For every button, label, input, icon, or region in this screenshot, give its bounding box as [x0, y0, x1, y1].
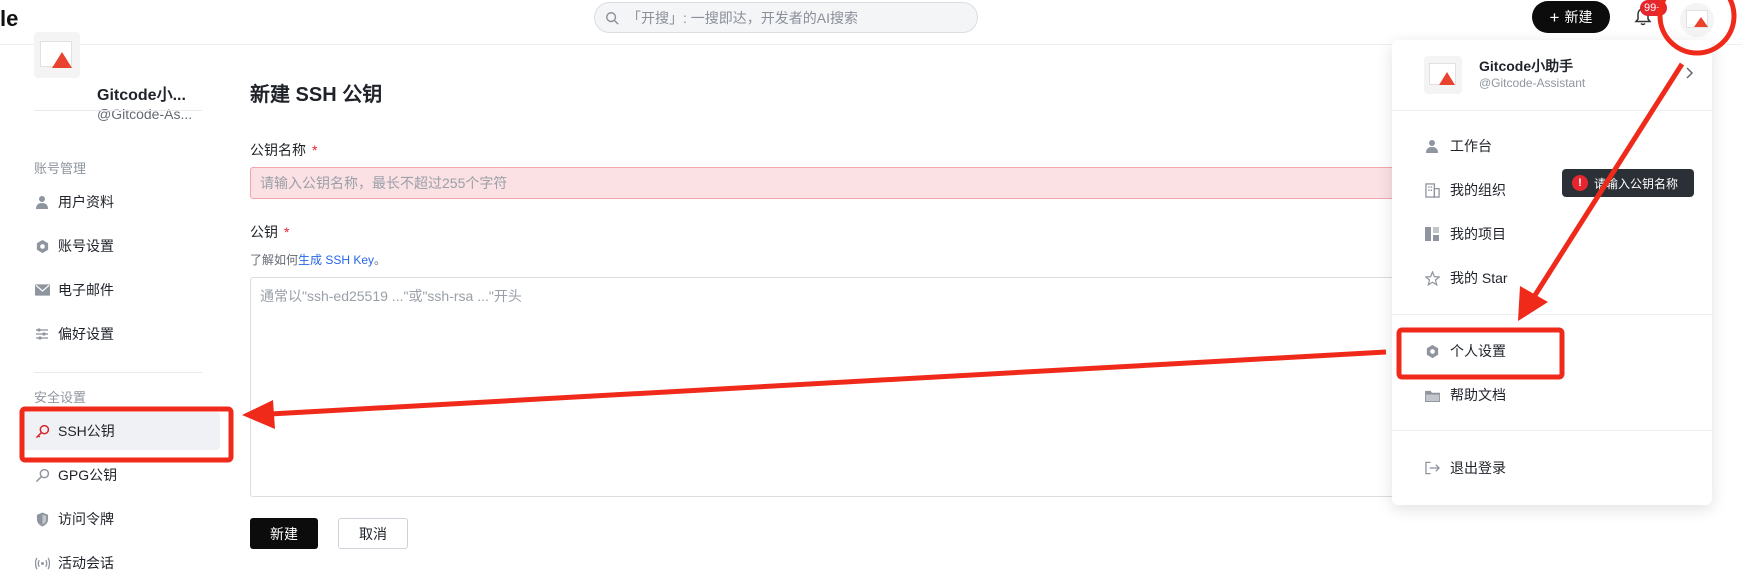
search-box[interactable]: [594, 2, 978, 33]
sidebar-item-label: 活动会话: [58, 555, 114, 571]
menu-item-label: 我的项目: [1450, 226, 1506, 242]
help-prefix: 了解如何: [250, 253, 299, 267]
sidebar-item-label: 账号设置: [58, 238, 114, 254]
building-icon: [1424, 182, 1440, 198]
sidebar-item-email[interactable]: 电子邮件: [22, 271, 220, 309]
help-text: 了解如何生成 SSH Key。: [250, 251, 386, 268]
dropdown-user-handle: @Gitcode-Assistant: [1479, 76, 1586, 90]
search-input[interactable]: [627, 9, 957, 26]
layout-icon: [1424, 226, 1440, 242]
user-dropdown-menu: Gitcode小助手 @Gitcode-Assistant 工作台 我的组织 我…: [1392, 40, 1712, 505]
sidebar-item-label: 访问令牌: [58, 511, 114, 527]
search-icon: [606, 11, 619, 25]
menu-item-logout[interactable]: 退出登录: [1400, 450, 1704, 486]
menu-item-label: 帮助文档: [1450, 387, 1506, 403]
plus-icon: +: [1549, 7, 1560, 27]
key-name-label: 公钥名称 *: [250, 140, 317, 160]
user-icon: [34, 194, 50, 210]
menu-item-personal-settings[interactable]: 个人设置: [1400, 333, 1704, 369]
key-name-input[interactable]: [250, 167, 1400, 199]
key-icon: [34, 423, 50, 439]
sidebar-item-preferences[interactable]: 偏好设置: [22, 315, 220, 353]
signal-icon: [34, 555, 50, 571]
sidebar-item-label: GPG公钥: [58, 467, 118, 483]
menu-item-label: 我的组织: [1450, 182, 1506, 198]
help-suffix: 。: [374, 253, 387, 267]
page-title: 新建 SSH 公钥: [250, 84, 383, 106]
folder-icon: [1424, 387, 1440, 403]
new-button-label: 新建: [1564, 9, 1593, 25]
create-button[interactable]: 新建: [250, 518, 318, 549]
sidebar-item-label: 用户资料: [58, 194, 114, 210]
sidebar-divider: [34, 110, 202, 111]
key-name-label-text: 公钥名称: [250, 142, 306, 158]
star-icon: [1424, 270, 1440, 286]
profile-avatar[interactable]: [34, 32, 80, 78]
sidebar-item-gpg-keys[interactable]: GPG公钥: [22, 456, 220, 494]
required-mark: *: [284, 224, 290, 240]
dropdown-avatar[interactable]: [1424, 56, 1462, 94]
top-bar: le + 新建 99+: [0, 0, 1742, 45]
profile-name: Gitcode小...: [97, 87, 186, 104]
shield-icon: [34, 511, 50, 527]
section-title-account: 账号管理: [34, 161, 87, 176]
user-avatar[interactable]: [1680, 3, 1714, 37]
dropdown-divider: [1392, 314, 1712, 315]
menu-item-help-docs[interactable]: 帮助文档: [1400, 377, 1704, 413]
gear-icon: [34, 238, 50, 254]
menu-item-label: 工作台: [1450, 138, 1492, 154]
dropdown-divider: [1392, 430, 1712, 431]
required-mark: *: [312, 142, 318, 158]
sidebar-item-label: SSH公钥: [58, 423, 115, 439]
sidebar-divider: [34, 372, 202, 373]
error-icon: !: [1572, 175, 1588, 191]
sliders-icon: [34, 326, 50, 342]
logout-icon: [1424, 460, 1440, 476]
key-label-text: 公钥: [250, 224, 278, 240]
menu-item-projects[interactable]: 我的项目: [1400, 216, 1704, 252]
menu-item-label: 退出登录: [1450, 460, 1506, 476]
profile-handle: @Gitcode-As...: [97, 106, 193, 122]
mail-icon: [34, 282, 50, 298]
new-button[interactable]: + 新建: [1532, 1, 1610, 33]
public-key-textarea[interactable]: [250, 277, 1400, 497]
generate-ssh-key-link[interactable]: 生成 SSH Key: [298, 253, 374, 267]
sidebar-item-account-settings[interactable]: 账号设置: [22, 227, 220, 265]
dropdown-user-name[interactable]: Gitcode小助手: [1479, 56, 1573, 76]
key-icon: [34, 467, 50, 483]
key-label: 公钥 *: [250, 222, 289, 242]
gear-icon: [1424, 343, 1440, 359]
sidebar-item-label: 电子邮件: [58, 282, 114, 298]
menu-item-label: 我的 Star: [1450, 270, 1508, 286]
menu-item-label: 个人设置: [1450, 343, 1506, 359]
sidebar-item-profile[interactable]: 用户资料: [22, 183, 220, 221]
validation-tooltip: ! 请输入公钥名称: [1562, 169, 1694, 197]
user-icon: [1424, 138, 1440, 154]
dropdown-divider: [1392, 110, 1712, 111]
chevron-right-icon[interactable]: [1682, 66, 1696, 80]
menu-item-stars[interactable]: 我的 Star: [1400, 260, 1704, 296]
sidebar-item-active-sessions[interactable]: 活动会话: [22, 544, 220, 582]
tooltip-text: 请输入公钥名称: [1594, 176, 1679, 191]
sidebar-item-ssh-keys[interactable]: SSH公钥: [22, 412, 220, 450]
cancel-button[interactable]: 取消: [338, 518, 408, 549]
sidebar-item-access-tokens[interactable]: 访问令牌: [22, 500, 220, 538]
menu-item-workbench[interactable]: 工作台: [1400, 128, 1704, 164]
site-logo[interactable]: le: [0, 6, 18, 32]
sidebar-item-label: 偏好设置: [58, 326, 114, 342]
notification-badge: 99+: [1640, 0, 1667, 16]
section-title-security: 安全设置: [34, 390, 87, 405]
